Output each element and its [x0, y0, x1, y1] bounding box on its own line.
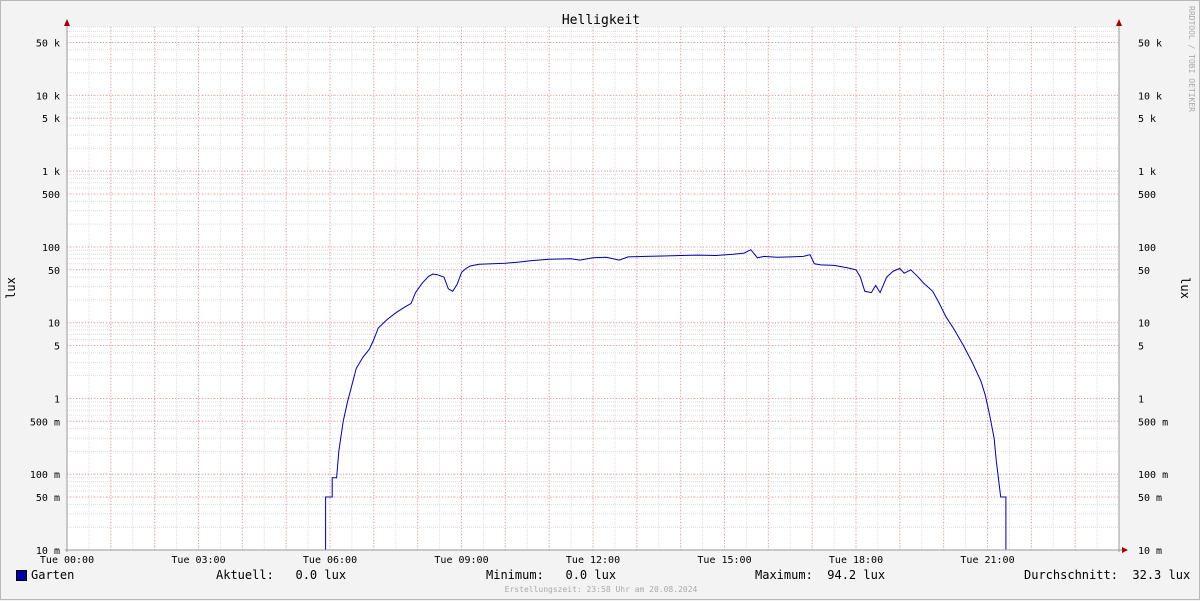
x-tick-label: Tue 12:00 — [566, 555, 620, 566]
legend-aktuell: Aktuell: 0.0 lux — [216, 568, 347, 582]
y-tick-label-right: 50 k — [1138, 38, 1162, 49]
chart-title: Helligkeit — [562, 13, 640, 28]
x-tick-label: Tue 00:00 — [40, 555, 94, 566]
x-tick-label: Tue 09:00 — [434, 555, 488, 566]
y-tick-label-left: 50 m — [36, 493, 60, 504]
y-tick-label-left: 500 — [42, 190, 60, 201]
y-tick-label-left: 50 k — [36, 38, 60, 49]
y-tick-label-left: 10 k — [36, 91, 60, 102]
y-tick-label-right: 5 k — [1138, 114, 1156, 125]
x-axis-ticks: Tue 00:00 Tue 03:00 Tue 06:00 Tue 09:00 Tue … — [40, 555, 1015, 566]
y-tick-label-left: 100 m — [30, 470, 60, 481]
brightness-chart: Helligkeit lux lux RRDTOOL / TOBI OETIKE… — [4, 6, 1196, 594]
y-tick-label-right: 1 k — [1138, 167, 1156, 178]
legend-maximum: Maximum: 94.2 lux — [755, 568, 886, 582]
y-tick-label-left: 10 — [48, 319, 60, 330]
x-tick-label: Tue 18:00 — [829, 555, 883, 566]
chart-window: Helligkeit lux lux RRDTOOL / TOBI OETIKE… — [0, 0, 1200, 600]
y-tick-label-right: 50 — [1138, 266, 1150, 277]
y-tick-label-left: 1 — [54, 394, 60, 405]
legend-minimum: Minimum: 0.0 lux — [486, 568, 617, 582]
y-tick-label-left: 500 m — [30, 417, 60, 428]
y-tick-label-right: 10 — [1138, 319, 1150, 330]
y-axis-arrow-right — [1116, 19, 1122, 26]
y-tick-label-left: 100 — [42, 243, 60, 254]
y-tick-label-right: 5 — [1138, 342, 1144, 353]
creation-time: Erstellungszeit: 23:58 Uhr am 20.08.2024 — [505, 585, 698, 594]
y-tick-label-right: 10 k — [1138, 91, 1162, 102]
x-axis-arrow — [1122, 547, 1128, 553]
y-axis-arrow-left — [64, 19, 70, 26]
legend-swatch-garten — [16, 570, 27, 581]
legend-durchschnitt: Durchschnitt: 32.3 lux — [1024, 568, 1191, 582]
y-tick-label-right: 500 m — [1138, 417, 1168, 428]
y-tick-label-right: 100 m — [1138, 470, 1168, 481]
y-tick-label-right: 1 — [1138, 394, 1144, 405]
y-tick-label-right: 100 — [1138, 243, 1156, 254]
rrdtool-watermark: RRDTOOL / TOBI OETIKER — [1187, 6, 1196, 112]
x-tick-label: Tue 06:00 — [303, 555, 357, 566]
y-axis-label-left: lux — [4, 277, 18, 299]
y-tick-label-left: 50 — [48, 266, 60, 277]
y-axis-label-right: lux — [1178, 277, 1192, 299]
x-tick-label: Tue 21:00 — [960, 555, 1014, 566]
x-tick-label: Tue 03:00 — [171, 555, 225, 566]
y-tick-label-right: 50 m — [1138, 493, 1162, 504]
legend-series-name: Garten — [31, 568, 75, 582]
x-tick-label: Tue 15:00 — [697, 555, 751, 566]
y-tick-label-left: 5 k — [42, 114, 60, 125]
y-tick-label-right: 500 — [1138, 190, 1156, 201]
y-tick-label-left: 1 k — [42, 167, 60, 178]
y-tick-label-left: 5 — [54, 342, 60, 353]
y-tick-label-right: 10 m — [1138, 546, 1162, 557]
